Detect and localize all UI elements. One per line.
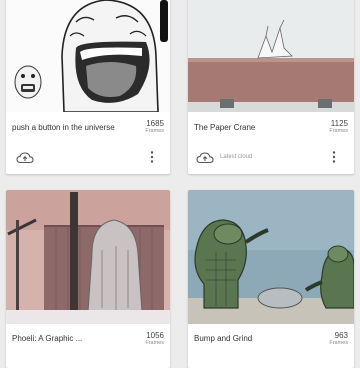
frame-count: 1056 Frames — [145, 331, 164, 347]
project-title: Bump and Grind — [194, 334, 253, 343]
project-card[interactable]: Phoeli: A Graphic ... 1056 Frames — [6, 190, 170, 368]
more-vert-icon[interactable] — [330, 150, 338, 164]
frame-count-label: Frames — [329, 128, 348, 134]
project-card[interactable]: push a button in the universe 1685 Frame… — [6, 0, 170, 174]
project-thumbnail[interactable] — [6, 0, 170, 112]
project-thumbnail[interactable] — [188, 0, 354, 112]
frame-count-label: Frames — [145, 128, 164, 134]
frame-count: 1125 Frames — [329, 119, 348, 135]
cloud-upload-icon[interactable] — [16, 151, 34, 165]
project-thumbnail[interactable] — [6, 190, 170, 324]
frame-count-label: Frames — [329, 340, 348, 346]
frame-count-value: 1125 — [330, 119, 348, 128]
frame-count-value: 1685 — [146, 119, 164, 128]
frame-count-value: 963 — [334, 331, 348, 340]
sync-status: Latest cloud — [220, 154, 253, 160]
screaming-character-illustration — [6, 0, 170, 112]
project-card[interactable]: The Paper Crane 1125 Frames Latest cloud — [188, 0, 354, 174]
graphic-novel-scene-illustration — [6, 190, 170, 324]
bump-and-grind-illustration — [188, 190, 354, 324]
project-title: Phoeli: A Graphic ... — [12, 334, 83, 343]
more-vert-icon[interactable] — [148, 150, 156, 164]
frame-count-value: 1056 — [146, 331, 164, 340]
project-thumbnail[interactable] — [188, 190, 354, 324]
paper-crane-illustration — [188, 0, 354, 112]
project-title: The Paper Crane — [194, 123, 256, 132]
frame-count: 1685 Frames — [145, 119, 164, 135]
project-card[interactable]: Bump and Grind 963 Frames — [188, 190, 354, 368]
project-title: push a button in the universe — [12, 123, 115, 132]
cloud-upload-icon[interactable] — [196, 151, 214, 165]
frame-count-label: Frames — [145, 340, 164, 346]
frame-count: 963 Frames — [329, 331, 348, 347]
